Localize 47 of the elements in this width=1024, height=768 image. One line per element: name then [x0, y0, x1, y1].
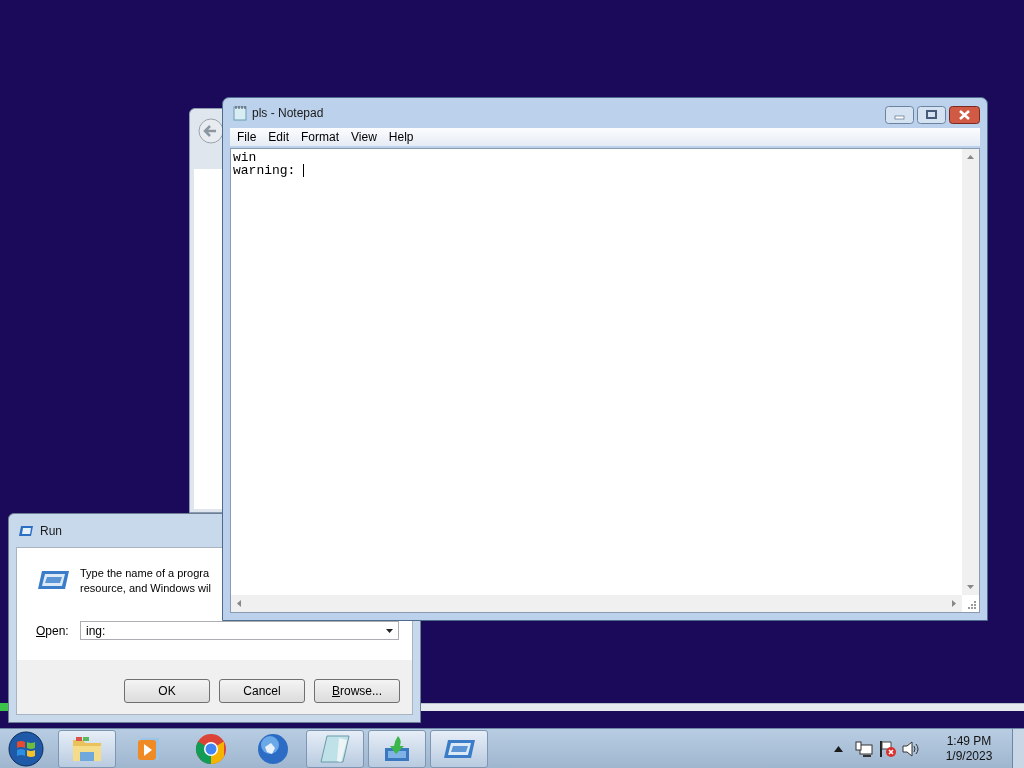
dialog-button[interactable]: Browse... [314, 679, 400, 703]
text-area[interactable]: win warning: [230, 148, 980, 613]
run-icon [18, 524, 34, 537]
menu-item[interactable]: View [346, 128, 382, 146]
close-button[interactable] [949, 106, 980, 124]
menu-item[interactable]: Format [296, 128, 345, 146]
run-icon [36, 569, 70, 591]
window-title: pls - Notepad [252, 105, 325, 122]
taskbar-button[interactable] [430, 729, 488, 768]
dialog-button[interactable]: Cancel [219, 679, 305, 703]
description-text: resource, and Windows wil [80, 581, 211, 596]
menu-item[interactable]: Edit [263, 128, 295, 146]
taskbar-button[interactable] [58, 729, 116, 768]
taskbar-button[interactable] [368, 729, 426, 768]
taskbar-button[interactable] [306, 729, 364, 768]
clock[interactable]: 1:49 PM 1/9/2023 [930, 733, 1008, 764]
open-field[interactable]: ing: [80, 621, 399, 640]
scroll-left-arrow-icon[interactable] [237, 600, 241, 607]
folder-icon [71, 734, 103, 763]
window-title: Run [40, 522, 62, 540]
globe-icon [257, 732, 289, 765]
notepad-icon [233, 105, 247, 121]
notepad-icon [319, 733, 351, 764]
clock-time: 1:49 PM [946, 733, 992, 749]
speaker-icon[interactable] [902, 740, 920, 757]
browser-icon [195, 732, 227, 765]
network-icon[interactable] [855, 740, 873, 757]
description-text: Type the name of a progra [80, 566, 210, 581]
dialog-button[interactable]: OK [124, 679, 210, 703]
dropdown-arrow-icon[interactable] [386, 628, 393, 633]
text-line: warning: [233, 164, 297, 177]
text-line: win [233, 151, 257, 164]
maximize-button[interactable] [917, 106, 946, 124]
text-cursor [303, 164, 305, 177]
flag-icon[interactable] [879, 739, 896, 758]
show-hidden-icons-button[interactable] [834, 745, 843, 752]
scroll-right-arrow-icon[interactable] [952, 600, 956, 607]
start-button[interactable] [8, 730, 44, 767]
scroll-down-arrow-icon[interactable] [967, 585, 974, 589]
clock-date: 1/9/2023 [945, 748, 993, 764]
scroll-up-arrow-icon[interactable] [967, 155, 974, 159]
run-icon [442, 737, 476, 760]
minimize-button[interactable] [885, 106, 914, 124]
field-label: Open: [36, 623, 69, 640]
menu-item[interactable]: File [232, 128, 262, 146]
resize-grip-icon[interactable] [966, 599, 976, 609]
menu-item[interactable]: Help [383, 128, 419, 146]
